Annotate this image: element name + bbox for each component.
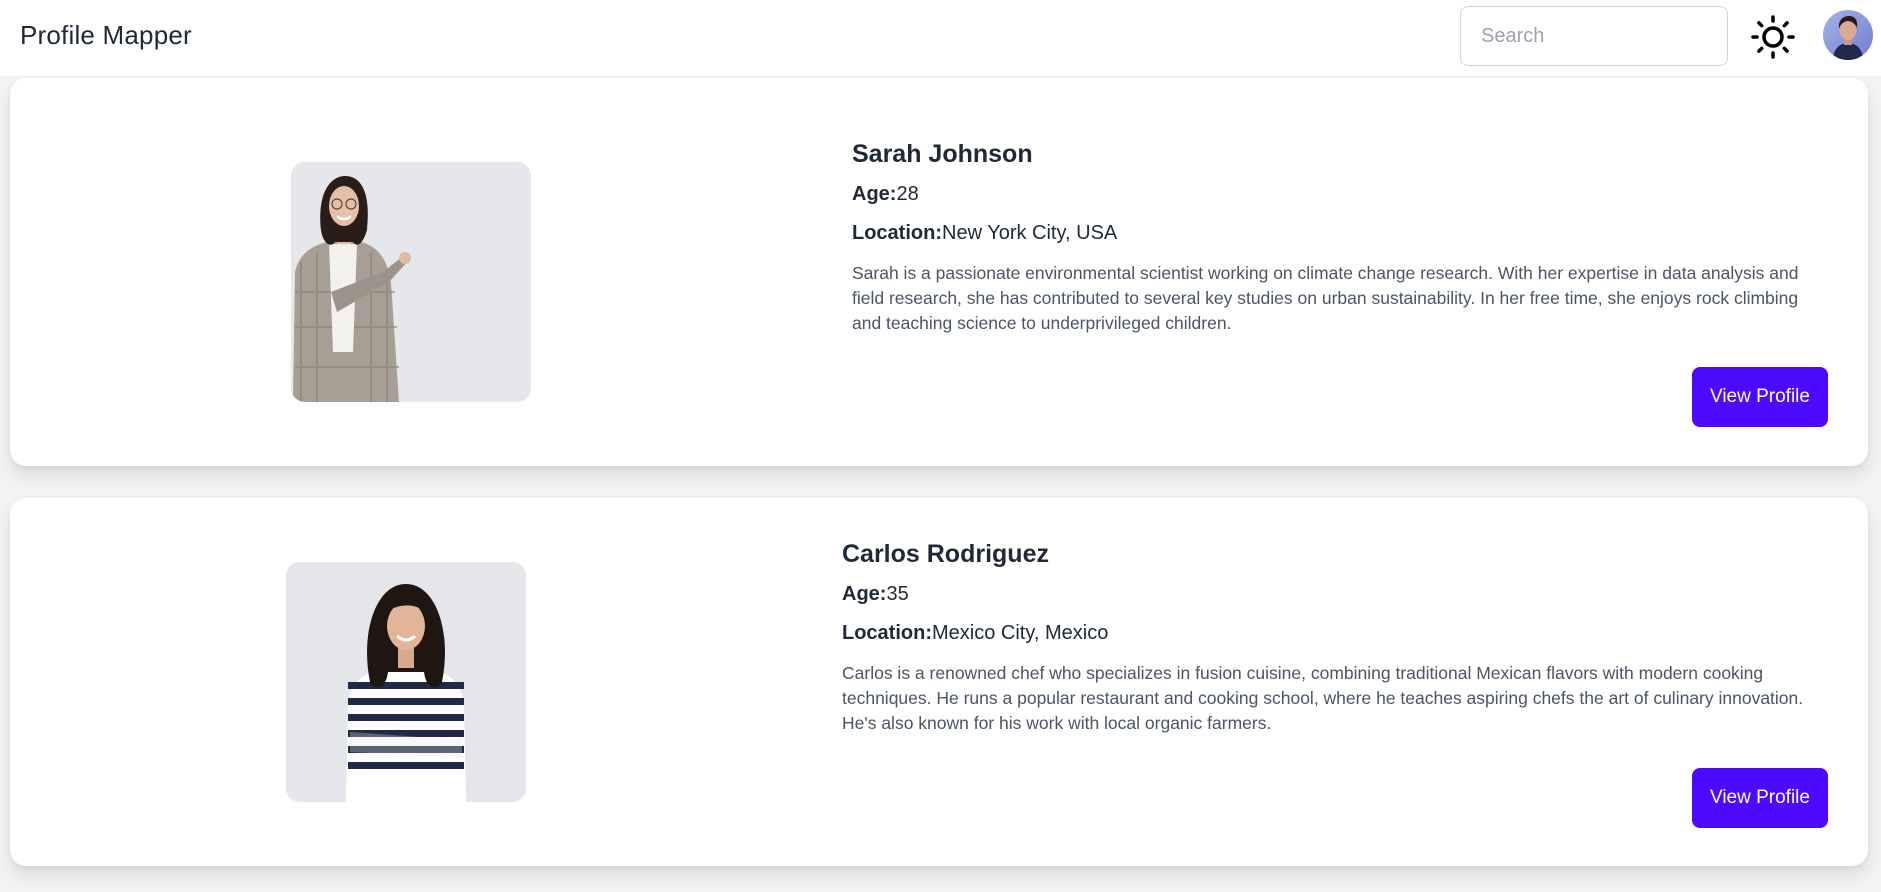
location-value: New York City, USA [942,222,1118,244]
profile-image [286,562,526,802]
app-title[interactable]: Profile Mapper [20,20,192,51]
user-avatar[interactable] [1823,10,1873,60]
view-profile-button[interactable]: View Profile [1692,768,1828,828]
profile-card: Carlos Rodriguez Age:35 Location:Mexico … [10,498,1868,866]
profile-info: Sarah Johnson Age:28 Location:New York C… [852,140,1828,336]
profile-name: Sarah Johnson [852,140,1033,168]
age-label: Age: [842,583,887,605]
age-value: 28 [896,183,919,205]
profile-card: Sarah Johnson Age:28 Location:New York C… [10,78,1868,466]
age-value: 35 [886,583,909,605]
sun-icon [1751,15,1795,59]
location-label: Location: [852,222,942,244]
navbar: Profile Mapper [0,0,1881,76]
theme-toggle-button[interactable] [1750,14,1796,60]
profile-location: Location:Mexico City, Mexico [842,622,1828,645]
profile-name: Carlos Rodriguez [842,540,1049,568]
profile-info: Carlos Rodriguez Age:35 Location:Mexico … [842,540,1828,736]
profile-bio: Carlos is a renowned chef who specialize… [842,663,1804,733]
profile-photo [286,562,526,802]
profile-image [291,162,531,402]
age-label: Age: [852,183,897,205]
profile-photo [291,162,531,402]
profile-age: Age:28 [852,183,1828,206]
profile-bio: Sarah is a passionate environmental scie… [852,263,1799,333]
profile-location: Location:New York City, USA [852,222,1828,245]
search-input[interactable] [1460,6,1728,66]
location-value: Mexico City, Mexico [932,622,1109,644]
avatar-image [1823,10,1873,60]
profile-age: Age:35 [842,583,1828,606]
location-label: Location: [842,622,932,644]
view-profile-button[interactable]: View Profile [1692,367,1828,427]
